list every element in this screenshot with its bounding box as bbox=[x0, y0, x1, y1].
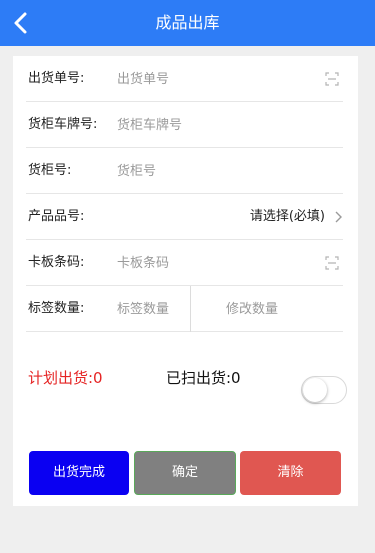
scan-icon[interactable] bbox=[325, 72, 339, 86]
shipment-no-row: 出货单号: bbox=[26, 56, 343, 102]
mode-toggle[interactable] bbox=[301, 376, 347, 404]
divider bbox=[190, 286, 191, 332]
plate-no-input[interactable] bbox=[117, 110, 317, 140]
label-qty-input[interactable] bbox=[117, 294, 187, 324]
chevron-right-icon bbox=[335, 211, 342, 223]
toggle-knob bbox=[303, 378, 327, 402]
clear-button[interactable]: 清除 bbox=[240, 451, 341, 495]
page-title: 成品出库 bbox=[155, 13, 220, 32]
pallet-code-row: 卡板条码: bbox=[26, 240, 343, 286]
label-qty-label: 标签数量: bbox=[28, 301, 85, 316]
product-no-row[interactable]: 产品品号: 请选择(必填) bbox=[26, 194, 343, 240]
confirm-button[interactable]: 确定 bbox=[134, 451, 236, 495]
plate-no-label: 货柜车牌号: bbox=[28, 117, 98, 132]
pallet-code-label: 卡板条码: bbox=[28, 255, 85, 270]
container-no-label: 货柜号: bbox=[28, 163, 72, 178]
shipment-no-label: 出货单号: bbox=[28, 71, 85, 86]
finish-shipment-button[interactable]: 出货完成 bbox=[29, 451, 129, 495]
modify-qty-input[interactable] bbox=[226, 294, 336, 324]
app-header: 成品出库 bbox=[0, 0, 375, 46]
planned-count: 计划出货:0 bbox=[28, 369, 103, 387]
label-qty-row: 标签数量: bbox=[26, 286, 343, 332]
plate-no-row: 货柜车牌号: bbox=[26, 102, 343, 148]
scanned-count: 已扫出货:0 bbox=[166, 369, 241, 387]
scan-icon[interactable] bbox=[325, 256, 339, 270]
product-no-select[interactable]: 请选择(必填) bbox=[250, 194, 325, 240]
pallet-code-input[interactable] bbox=[117, 248, 317, 278]
form-card: 出货单号: 货柜车牌号: 货柜号: 产品品号: 请选择(必填) 卡板条码: 标签… bbox=[13, 56, 358, 506]
container-no-input[interactable] bbox=[117, 156, 317, 186]
shipment-no-input[interactable] bbox=[117, 64, 317, 94]
product-no-label: 产品品号: bbox=[28, 209, 85, 224]
container-no-row: 货柜号: bbox=[26, 148, 343, 194]
